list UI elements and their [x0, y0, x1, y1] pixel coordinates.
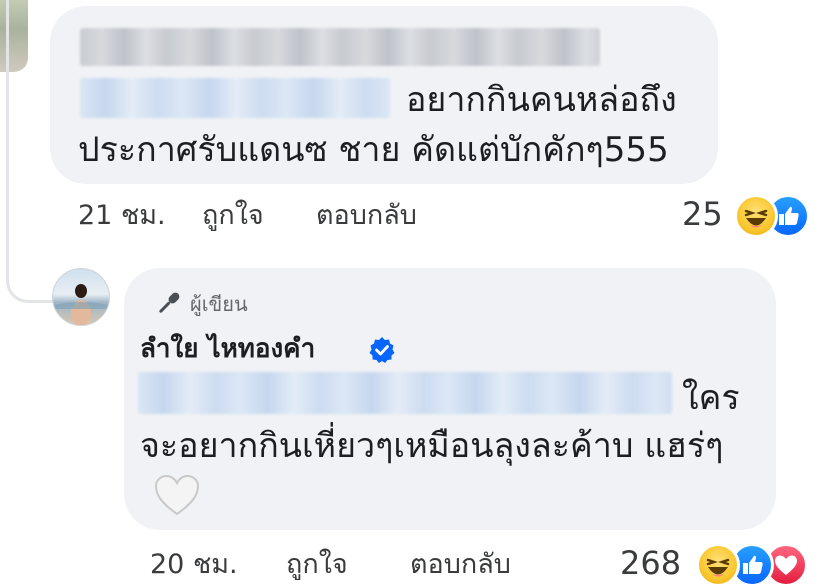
- comment-reply-button[interactable]: ตอบกลับ: [316, 200, 417, 232]
- comment-text-line2: ประกาศรับแดนซ ชาย คัดแต่บักคักๆ555: [78, 130, 669, 170]
- comment-timestamp[interactable]: 21 ชม.: [78, 200, 166, 232]
- haha-icon: [696, 543, 740, 587]
- blurred-commenter-name: [80, 28, 600, 66]
- reply-reaction-count[interactable]: 268: [620, 545, 681, 581]
- reply-bubble: ผู้เขียน ลำใย ไหทองคำ ใคร จะอยากกินเหี่ย…: [124, 268, 776, 530]
- reply-reply-button[interactable]: ตอบกลับ: [410, 549, 511, 581]
- reply-text-line1: ใคร: [682, 378, 740, 418]
- reply-text-line2: จะอยากกินเหี่ยวๆเหมือนลุงละค้าบ แฮร่ๆ: [140, 426, 724, 466]
- white-heart-icon: [154, 474, 200, 516]
- verified-badge-icon: [368, 336, 396, 364]
- author-badge: ผู้เขียน: [190, 292, 248, 316]
- blurred-mention: [80, 78, 390, 118]
- avatar[interactable]: [52, 268, 110, 326]
- blurred-mention: [138, 372, 672, 414]
- reply-timestamp[interactable]: 20 ชม.: [150, 549, 238, 581]
- comment-like-button[interactable]: ถูกใจ: [202, 200, 264, 232]
- author-name[interactable]: ลำใย ไหทองคำ: [140, 334, 315, 364]
- reply-like-button[interactable]: ถูกใจ: [286, 549, 348, 581]
- comment-text-line1: อยากกินคนหล่อถึง: [406, 80, 677, 120]
- comment-bubble: อยากกินคนหล่อถึง ประกาศรับแดนซ ชาย คัดแต…: [50, 6, 718, 184]
- microphone-icon: [154, 288, 184, 318]
- comment-reaction-count[interactable]: 25: [682, 196, 723, 232]
- haha-icon: [734, 194, 778, 238]
